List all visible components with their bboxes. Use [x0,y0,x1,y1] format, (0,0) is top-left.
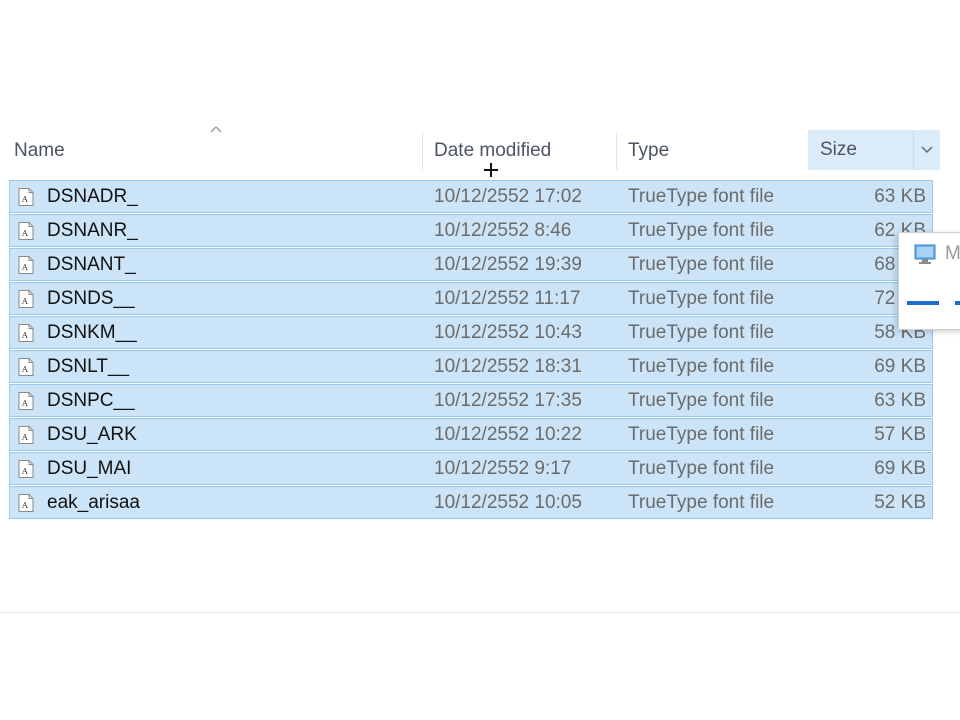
file-size: 69 KB [874,356,926,377]
svg-text:A: A [21,399,28,408]
file-row[interactable]: A DSNANR_ 10/12/2552 8:46 TrueType font fil… [9,214,933,247]
file-size: 69 KB [874,458,926,479]
file-name: eak_arisaa [47,492,140,513]
file-date-modified: 10/12/2552 8:46 [434,220,572,241]
font-file-icon: A [18,324,34,342]
column-header-row: Name Date modified Type Size [0,125,960,174]
file-explorer-list: Name Date modified Type Size A DSNADR_ 1… [0,0,960,612]
file-row[interactable]: A DSU_ARK 10/12/2552 10:22 TrueType font fi… [9,418,933,451]
file-row[interactable]: A DSNLT__ 10/12/2552 18:31 TrueType font fi… [9,350,933,383]
font-file-icon: A [18,188,34,206]
svg-text:A: A [21,229,28,238]
column-header-type[interactable]: Type [616,128,808,174]
popup-label: M [945,243,960,264]
file-size: 63 KB [874,390,926,411]
progress-indicator [907,301,939,305]
file-row[interactable]: A DSNANT_ 10/12/2552 19:39 TrueType font fi… [9,248,933,281]
file-name: DSNLT__ [47,356,130,377]
font-file-icon: A [18,222,34,240]
file-name: DSNKM__ [47,322,137,343]
file-date-modified: 10/12/2552 17:02 [434,186,582,207]
move-cursor-icon [484,163,498,177]
file-name: DSNPC__ [47,390,135,411]
blank-area [0,612,960,720]
file-row[interactable]: A DSNKM__ 10/12/2552 10:43 TrueType font fi… [9,316,933,349]
file-date-modified: 10/12/2552 10:22 [434,424,582,445]
file-name: DSNDS__ [47,288,135,309]
file-date-modified: 10/12/2552 17:35 [434,390,582,411]
column-header-date-label: Date modified [434,140,552,161]
file-type: TrueType font file [628,424,775,445]
file-date-modified: 10/12/2552 10:05 [434,492,582,513]
font-file-icon: A [18,460,34,478]
file-type: TrueType font file [628,492,775,513]
file-date-modified: 10/12/2552 11:17 [434,288,581,309]
file-row[interactable]: A DSU_MAI 10/12/2552 9:17 TrueType font fil… [9,452,933,485]
column-header-name-label: Name [14,140,65,161]
file-name: DSNANR_ [47,220,138,241]
font-file-icon: A [18,256,34,274]
file-row[interactable]: A DSNDS__ 10/12/2552 11:17 TrueType font fi… [9,282,933,315]
progress-indicator [955,301,960,305]
svg-text:A: A [21,467,28,476]
file-row[interactable]: A DSNADR_ 10/12/2552 17:02 TrueType font fi… [9,180,933,213]
column-header-name[interactable]: Name [2,125,422,174]
file-size: 63 KB [874,186,926,207]
file-row[interactable]: A DSNPC__ 10/12/2552 17:35 TrueType font fi… [9,384,933,417]
file-type: TrueType font file [628,254,775,275]
file-name: DSU_MAI [47,458,132,479]
column-header-size-label: Size [820,139,857,160]
svg-text:A: A [21,365,28,374]
column-header-size[interactable]: Size [808,130,940,170]
file-date-modified: 10/12/2552 9:17 [434,458,572,479]
svg-text:A: A [21,433,28,442]
svg-text:A: A [21,263,28,272]
file-date-modified: 10/12/2552 10:43 [434,322,582,343]
file-type: TrueType font file [628,390,775,411]
file-list: A DSNADR_ 10/12/2552 17:02 TrueType font fi… [9,180,933,520]
file-type: TrueType font file [628,322,775,343]
font-file-icon: A [18,358,34,376]
font-file-icon: A [18,392,34,410]
file-type: TrueType font file [628,288,775,309]
file-type: TrueType font file [628,458,775,479]
file-type: TrueType font file [628,356,775,377]
file-name: DSU_ARK [47,424,137,445]
svg-text:A: A [21,501,28,510]
size-column-dropdown-button[interactable] [913,130,940,170]
file-date-modified: 10/12/2552 18:31 [434,356,582,377]
chevron-down-icon [921,146,933,154]
context-popup[interactable]: M [898,232,960,330]
file-row[interactable]: Aeak_arisaa 10/12/2552 10:05 TrueType font… [9,486,933,519]
font-file-icon: A [18,426,34,444]
font-file-icon: A [18,494,34,512]
file-size: 57 KB [874,424,926,445]
svg-text:A: A [21,195,28,204]
file-size: 52 KB [874,492,926,513]
font-file-icon: A [18,290,34,308]
file-type: TrueType font file [628,220,775,241]
sort-up-arrow-icon [210,125,222,133]
column-header-type-label: Type [628,140,670,161]
file-type: TrueType font file [628,186,775,207]
svg-text:A: A [21,331,28,340]
screen: Name Date modified Type Size A DSNADR_ 1… [0,0,960,720]
column-header-date-modified[interactable]: Date modified [422,128,616,174]
file-date-modified: 10/12/2552 19:39 [434,254,582,275]
monitor-icon [914,244,936,264]
svg-text:A: A [21,297,28,306]
file-name: DSNANT_ [47,254,136,275]
file-name: DSNADR_ [47,186,138,207]
